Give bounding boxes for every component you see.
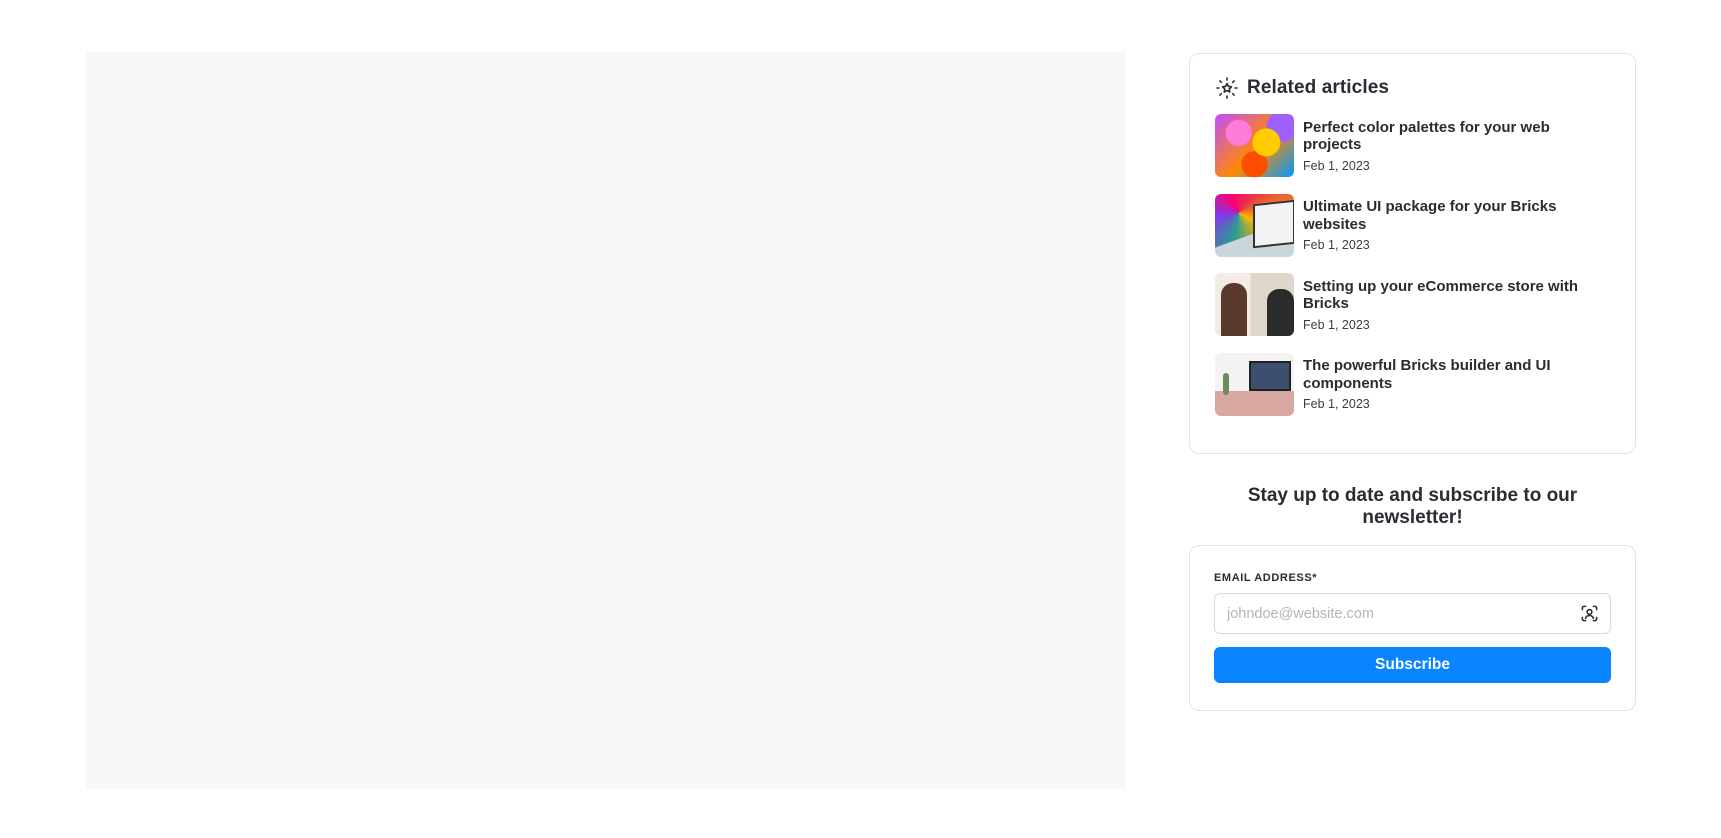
article-date: Feb 1, 2023 xyxy=(1303,158,1370,173)
article-item[interactable]: Perfect color palettes for your web proj… xyxy=(1215,114,1611,177)
article-thumbnail[interactable] xyxy=(1215,114,1294,177)
email-input-wrapper xyxy=(1214,593,1611,634)
article-text: Setting up your eCommerce store with Bri… xyxy=(1303,278,1611,332)
article-thumbnail[interactable] xyxy=(1215,352,1294,416)
contact-scan-icon[interactable] xyxy=(1580,604,1599,623)
article-title-link[interactable]: Ultimate UI package for your Bricks webs… xyxy=(1303,198,1611,233)
sidebar: Related articles Perfect color palettes … xyxy=(1189,53,1636,711)
article-date: Feb 1, 2023 xyxy=(1303,238,1370,252)
article-item[interactable]: The powerful Bricks builder and UI compo… xyxy=(1215,352,1611,416)
featured-image-placeholder xyxy=(86,52,1126,789)
sparkle-star-icon xyxy=(1215,76,1239,100)
article-text: The powerful Bricks builder and UI compo… xyxy=(1303,357,1611,411)
related-articles-card: Related articles Perfect color palettes … xyxy=(1189,53,1636,454)
article-text: Perfect color palettes for your web proj… xyxy=(1303,119,1611,173)
newsletter-form: EMAIL ADDRESS* Subscribe xyxy=(1189,545,1636,711)
email-label: EMAIL ADDRESS* xyxy=(1214,572,1318,584)
article-item[interactable]: Setting up your eCommerce store with Bri… xyxy=(1215,273,1611,336)
article-text: Ultimate UI package for your Bricks webs… xyxy=(1303,198,1611,252)
related-articles-title: Related articles xyxy=(1247,77,1390,98)
article-date: Feb 1, 2023 xyxy=(1303,397,1370,411)
email-field[interactable] xyxy=(1214,593,1611,634)
article-title-link[interactable]: Perfect color palettes for your web proj… xyxy=(1303,119,1611,154)
article-date: Feb 1, 2023 xyxy=(1303,317,1370,332)
related-articles-header: Related articles xyxy=(1215,76,1611,100)
article-title-link[interactable]: Setting up your eCommerce store with Bri… xyxy=(1303,278,1611,313)
article-title-link[interactable]: The powerful Bricks builder and UI compo… xyxy=(1303,357,1611,392)
newsletter-heading: Stay up to date and subscribe to our new… xyxy=(1247,485,1578,528)
subscribe-button[interactable]: Subscribe xyxy=(1214,647,1611,683)
article-thumbnail[interactable] xyxy=(1215,193,1294,257)
article-thumbnail[interactable] xyxy=(1215,273,1294,336)
article-item[interactable]: Ultimate UI package for your Bricks webs… xyxy=(1215,193,1611,257)
